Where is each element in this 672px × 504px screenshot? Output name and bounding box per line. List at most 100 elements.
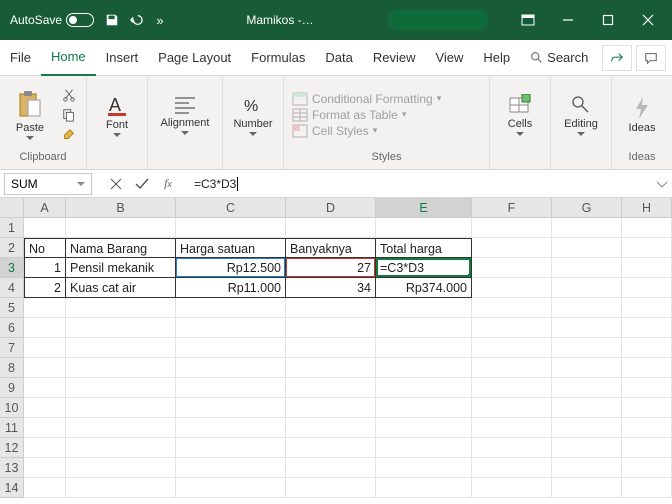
cell[interactable] (552, 438, 622, 458)
cancel-formula-button[interactable] (104, 173, 128, 195)
cell[interactable] (472, 438, 552, 458)
cell[interactable]: 2 (24, 278, 66, 298)
cell[interactable] (622, 238, 672, 258)
cell[interactable] (552, 338, 622, 358)
col-header-c[interactable]: C (176, 198, 286, 218)
col-header-f[interactable]: F (472, 198, 552, 218)
cell[interactable] (622, 318, 672, 338)
cell[interactable] (376, 378, 472, 398)
insert-function-button[interactable]: fx (156, 173, 180, 195)
save-icon[interactable] (100, 8, 124, 32)
name-box[interactable]: SUM (4, 173, 92, 195)
tab-file[interactable]: File (0, 40, 41, 76)
col-header-e[interactable]: E (376, 198, 472, 218)
tab-data[interactable]: Data (315, 40, 362, 76)
cell[interactable] (24, 378, 66, 398)
cell[interactable] (286, 358, 376, 378)
cell[interactable] (24, 458, 66, 478)
cut-button[interactable] (58, 86, 80, 104)
cell[interactable] (66, 458, 176, 478)
minimize-button[interactable] (548, 6, 588, 34)
cell[interactable] (286, 318, 376, 338)
cell[interactable] (472, 378, 552, 398)
cell[interactable] (376, 358, 472, 378)
alignment-button[interactable]: Alignment (154, 83, 216, 147)
cell[interactable]: Rp11.000 (176, 278, 286, 298)
cell[interactable] (622, 438, 672, 458)
tab-home[interactable]: Home (41, 40, 96, 76)
cell[interactable] (176, 218, 286, 238)
cell-styles-button[interactable]: Cell Styles▾ (292, 124, 441, 138)
row-header[interactable]: 5 (0, 298, 24, 318)
expand-formula-bar[interactable] (652, 180, 672, 188)
cells-button[interactable]: Cells (496, 83, 544, 147)
cell[interactable] (286, 478, 376, 498)
cell[interactable] (552, 378, 622, 398)
active-cell[interactable]: =C3*D3 (376, 258, 472, 278)
row-header[interactable]: 8 (0, 358, 24, 378)
number-button[interactable]: % Number (229, 83, 277, 147)
cell[interactable]: 27 (286, 258, 376, 278)
ideas-button[interactable]: Ideas (618, 83, 666, 147)
cell[interactable] (622, 358, 672, 378)
row-header[interactable]: 4 (0, 278, 24, 298)
cell[interactable] (472, 418, 552, 438)
row-header[interactable]: 9 (0, 378, 24, 398)
cell[interactable] (376, 478, 472, 498)
comments-button[interactable] (636, 45, 666, 71)
cell[interactable] (622, 378, 672, 398)
cell[interactable] (286, 418, 376, 438)
cell[interactable] (176, 438, 286, 458)
cell[interactable] (552, 238, 622, 258)
cell[interactable]: 34 (286, 278, 376, 298)
tab-review[interactable]: Review (363, 40, 426, 76)
cell[interactable] (376, 298, 472, 318)
share-button[interactable] (602, 45, 632, 71)
row-header[interactable]: 14 (0, 478, 24, 498)
cell[interactable] (286, 458, 376, 478)
cell[interactable] (286, 298, 376, 318)
cell[interactable] (286, 338, 376, 358)
conditional-formatting-button[interactable]: Conditional Formatting▾ (292, 92, 441, 106)
cell[interactable] (376, 338, 472, 358)
editing-button[interactable]: Editing (557, 83, 605, 147)
cell[interactable] (472, 338, 552, 358)
cell[interactable] (286, 438, 376, 458)
format-painter-button[interactable] (58, 126, 80, 144)
cell[interactable] (66, 398, 176, 418)
cell[interactable]: Harga satuan (176, 238, 286, 258)
cell[interactable] (622, 218, 672, 238)
cell[interactable] (66, 418, 176, 438)
cell[interactable] (376, 318, 472, 338)
row-header[interactable]: 6 (0, 318, 24, 338)
cell[interactable]: Kuas cat air (66, 278, 176, 298)
cell[interactable] (552, 458, 622, 478)
row-header[interactable]: 11 (0, 418, 24, 438)
cell[interactable] (176, 418, 286, 438)
copy-button[interactable] (58, 106, 80, 124)
cell[interactable] (472, 258, 552, 278)
cell[interactable] (66, 438, 176, 458)
cell[interactable] (24, 478, 66, 498)
cell[interactable] (66, 478, 176, 498)
cell[interactable] (552, 298, 622, 318)
undo-icon[interactable] (124, 8, 148, 32)
cell[interactable] (24, 318, 66, 338)
row-header[interactable]: 7 (0, 338, 24, 358)
tab-view[interactable]: View (425, 40, 473, 76)
cell[interactable] (472, 318, 552, 338)
cell[interactable]: Nama Barang (66, 238, 176, 258)
row-header[interactable]: 12 (0, 438, 24, 458)
font-button[interactable]: A Font (93, 83, 141, 147)
col-header-g[interactable]: G (552, 198, 622, 218)
cell[interactable] (376, 398, 472, 418)
cell[interactable] (176, 378, 286, 398)
cell[interactable] (472, 358, 552, 378)
formula-input[interactable]: =C3*D3 (188, 173, 652, 195)
cell[interactable] (376, 418, 472, 438)
format-as-table-button[interactable]: Format as Table▾ (292, 108, 441, 122)
cell[interactable] (176, 358, 286, 378)
tab-search[interactable]: Search (520, 40, 598, 76)
cell[interactable] (552, 318, 622, 338)
enter-formula-button[interactable] (130, 173, 154, 195)
